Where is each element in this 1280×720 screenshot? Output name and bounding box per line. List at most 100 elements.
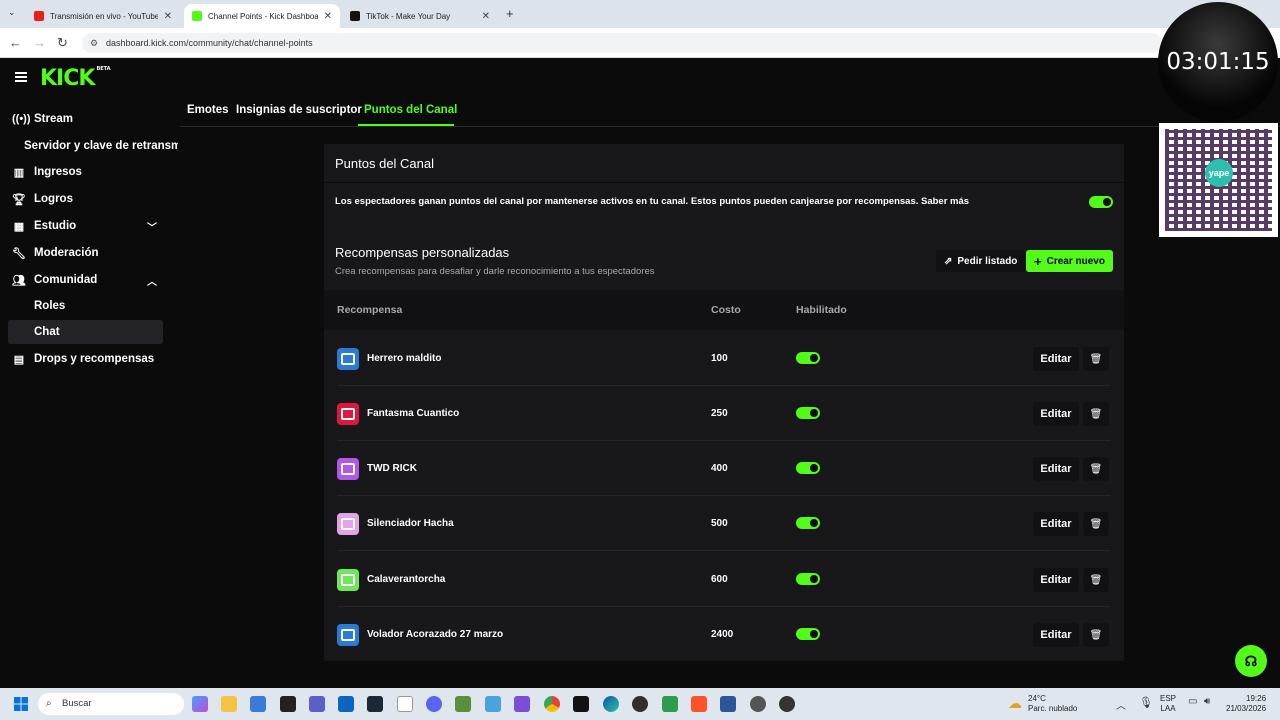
reward-enabled-toggle[interactable] [796, 352, 820, 364]
browser-tab-tiktok[interactable]: TikTok - Make Your Day ✕ [342, 4, 498, 28]
streamlabs-icon[interactable] [750, 696, 766, 712]
button-label: Pedir listado [957, 255, 1018, 267]
reward-row: Fantasma Cuantico 250 Editar 🗑︎ [324, 386, 1124, 441]
trash-icon[interactable]: 🗑︎ [1083, 402, 1109, 426]
beta-badge: BETA [96, 66, 111, 72]
taskbar-search-input[interactable]: ⌕ Buscar [38, 693, 184, 715]
edit-button[interactable]: Editar [1033, 347, 1079, 371]
clock[interactable]: 19:26 21/03/2026 [1226, 694, 1266, 714]
site-info-icon[interactable]: ⚙ [90, 33, 98, 53]
edit-button[interactable]: Editar [1033, 568, 1079, 592]
close-icon[interactable]: ✕ [324, 11, 332, 22]
notepad-icon[interactable] [485, 696, 501, 712]
trash-icon[interactable]: 🗑︎ [1083, 623, 1109, 647]
reward-enabled-toggle[interactable] [796, 462, 820, 474]
trash-icon[interactable]: 🗑︎ [1083, 347, 1109, 371]
broadcast-icon: ((•)) [12, 113, 31, 125]
reward-enabled-toggle[interactable] [796, 573, 820, 585]
trash-icon[interactable]: 🗑︎ [1083, 512, 1109, 536]
copilot-icon[interactable] [192, 696, 208, 712]
menu-icon[interactable] [15, 72, 27, 82]
tiktok-favicon-icon [350, 11, 360, 21]
app-icon[interactable] [662, 696, 678, 712]
kick-logo[interactable]: KICK BETA [40, 66, 111, 91]
sidebar-item-drops[interactable]: ▤ Drops y recompensas [8, 347, 163, 371]
browser-tab-youtube[interactable]: Transmisión en vivo - YouTube ✕ [26, 4, 180, 28]
headset-icon: ☊ [1244, 652, 1258, 669]
sidebar-item-label: Roles [34, 300, 66, 312]
create-new-button[interactable]: + Crear nuevo [1026, 250, 1113, 272]
sidebar-item-logros[interactable]: 🏆︎ Logros [8, 187, 163, 211]
support-chat-button[interactable]: ☊ [1235, 645, 1267, 677]
forward-icon[interactable]: → [33, 35, 46, 50]
microphone-icon[interactable]: 🎙︎ [1139, 696, 1153, 709]
media-player-icon[interactable] [779, 696, 795, 712]
language-indicator[interactable]: ESP LAA [1160, 694, 1176, 714]
weather-widget[interactable]: 24°C Parc. nublado [1028, 694, 1077, 714]
trash-icon[interactable]: 🗑︎ [1083, 568, 1109, 592]
app-icon[interactable] [514, 696, 530, 712]
word-icon[interactable] [720, 696, 736, 712]
reward-cost: 600 [711, 574, 728, 585]
tab-subscriber-badges[interactable]: Insignias de suscriptor [236, 104, 362, 116]
document-icon[interactable] [397, 696, 413, 712]
new-tab-button[interactable]: + [506, 6, 514, 21]
edit-button[interactable]: Editar [1033, 623, 1079, 647]
reward-row: Herrero maldito 100 Editar 🗑︎ [324, 331, 1124, 386]
windows-start-icon[interactable] [14, 697, 28, 711]
clock-date: 21/03/2026 [1226, 704, 1267, 713]
edit-button[interactable]: Editar [1033, 457, 1079, 481]
reward-enabled-toggle[interactable] [796, 517, 820, 529]
column-header-enabled: Habilitado [796, 304, 847, 316]
trophy-icon: 🏆︎ [12, 193, 26, 206]
sidebar-item-estudio[interactable]: ▦ Estudio ﹀ [8, 214, 163, 238]
close-icon[interactable]: ✕ [482, 11, 490, 22]
volume-icon[interactable]: 🔊︎ [1204, 696, 1210, 707]
sidebar-item-stream[interactable]: ((•)) Stream [8, 107, 163, 131]
request-list-button[interactable]: ⇗ Pedir listado [936, 250, 1026, 272]
reward-enabled-toggle[interactable] [796, 407, 820, 419]
sidebar-item-server-key[interactable]: Servidor y clave de retransm [8, 134, 178, 158]
capcut-icon[interactable] [573, 696, 589, 712]
close-icon[interactable]: ✕ [164, 11, 172, 22]
reward-row: Calaverantorcha 600 Editar 🗑︎ [324, 552, 1124, 607]
wrench-icon: 🔧︎ [12, 247, 26, 260]
epic-games-icon[interactable] [280, 696, 296, 712]
edit-button[interactable]: Editar [1033, 512, 1079, 536]
reward-enabled-toggle[interactable] [796, 628, 820, 640]
outlook-icon[interactable] [338, 696, 354, 712]
back-icon[interactable]: ← [9, 35, 22, 50]
url-input[interactable]: ⚙ dashboard.kick.com/community/chat/chan… [82, 33, 1162, 53]
sidebar-item-chat[interactable]: Chat [8, 320, 163, 344]
reward-name: Silenciador Hacha [367, 518, 454, 529]
edge-icon[interactable] [603, 696, 619, 712]
channel-points-toggle[interactable] [1089, 196, 1113, 208]
store-icon[interactable] [250, 696, 266, 712]
teams-icon[interactable] [309, 696, 325, 712]
sidebar-item-roles[interactable]: Roles [8, 294, 163, 318]
file-explorer-icon[interactable] [221, 696, 237, 712]
brave-icon[interactable] [691, 696, 707, 712]
edit-button[interactable]: Editar [1033, 402, 1079, 426]
minecraft-icon[interactable] [455, 696, 471, 712]
rewards-title: Recompensas personalizadas [335, 245, 510, 260]
sidebar-item-ingresos[interactable]: ▥ Ingresos [8, 160, 163, 184]
tab-list-chevron-icon[interactable]: ⌄ [8, 7, 16, 18]
sidebar-item-label: Comunidad [34, 274, 98, 286]
display-icon[interactable]: ▭ [1188, 696, 1197, 707]
weather-temp: 24°C [1028, 694, 1046, 703]
browser-tab-kick[interactable]: Channel Points - Kick Dashboard ✕ [184, 4, 340, 28]
chart-icon: ▥ [13, 166, 25, 179]
reload-icon[interactable]: ↻ [57, 35, 68, 51]
obs-icon[interactable] [632, 696, 648, 712]
steam-icon[interactable] [367, 696, 383, 712]
chrome-icon[interactable] [544, 696, 560, 712]
trash-icon[interactable]: 🗑︎ [1083, 457, 1109, 481]
tab-emotes[interactable]: Emotes [187, 104, 229, 116]
chevron-up-icon[interactable]: ︿ [1116, 697, 1126, 712]
sidebar-item-moderacion[interactable]: 🔧︎ Moderación [8, 241, 163, 265]
sidebar-item-comunidad[interactable]: 👥︎ Comunidad ︿ [8, 268, 163, 292]
discord-icon[interactable] [426, 696, 442, 712]
chevron-down-icon: ﹀ [147, 222, 157, 234]
tab-channel-points[interactable]: Puntos del Canal [364, 104, 457, 116]
